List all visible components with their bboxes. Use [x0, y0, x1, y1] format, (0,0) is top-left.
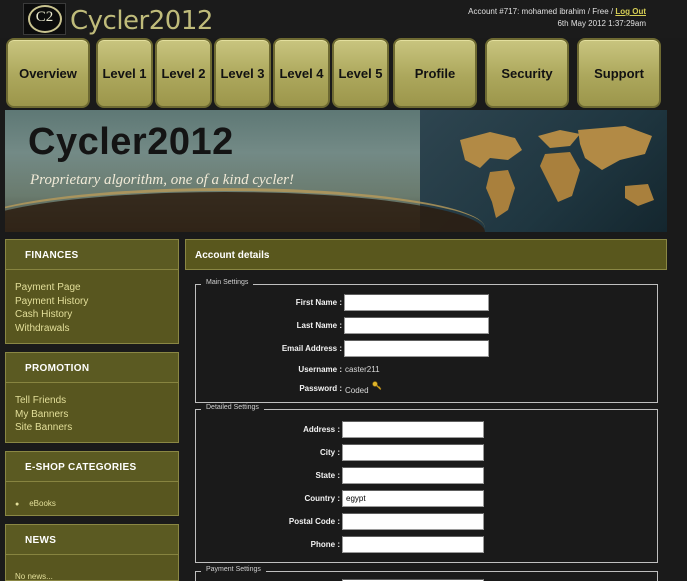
banner-tagline: Proprietary algorithm, one of a kind cyc…: [30, 172, 294, 188]
nav-level-2[interactable]: Level 2: [155, 38, 212, 108]
phone-input[interactable]: [342, 536, 484, 553]
account-text: Account #717: mohamed ibrahim / Free /: [468, 7, 616, 16]
address-label: Address :: [303, 425, 340, 434]
last-name-input[interactable]: [344, 317, 489, 334]
username-label: Username :: [298, 365, 342, 374]
username-value: caster211: [345, 365, 380, 374]
finances-box: FINANCES Payment Page Payment History Ca…: [5, 239, 179, 344]
cash-history-link[interactable]: Cash History: [15, 308, 178, 322]
eshop-item[interactable]: ● eBooks: [15, 493, 178, 511]
banner-title: Cycler2012: [28, 121, 234, 163]
first-name-label: First Name :: [295, 298, 342, 307]
logo-text: C2: [35, 9, 54, 25]
top-header: C2 Cycler2012 Account #717: mohamed ibra…: [0, 0, 687, 38]
nav-profile[interactable]: Profile: [393, 38, 477, 108]
current-datetime: 6th May 2012 1:37:29am: [557, 19, 646, 28]
account-details-heading: Account details: [185, 239, 667, 270]
detailed-settings-legend: Detailed Settings: [201, 404, 264, 411]
site-logo[interactable]: C2: [23, 3, 66, 35]
promotion-box: PROMOTION Tell Friends My Banners Site B…: [5, 352, 179, 443]
city-input[interactable]: [342, 444, 484, 461]
eshop-box: E-SHOP CATEGORIES ● eBooks: [5, 451, 179, 516]
news-text: No news...: [15, 572, 53, 581]
payment-history-link[interactable]: Payment History: [15, 295, 178, 309]
news-heading: NEWS: [6, 525, 178, 555]
postal-code-label: Postal Code :: [288, 517, 340, 526]
password-value: Coded: [345, 386, 369, 395]
eshop-heading: E-SHOP CATEGORIES: [6, 452, 178, 482]
first-name-input[interactable]: [344, 294, 489, 311]
site-banners-link[interactable]: Site Banners: [15, 421, 178, 435]
address-input[interactable]: [342, 421, 484, 438]
promotion-heading: PROMOTION: [6, 353, 178, 383]
email-label: Email Address :: [281, 344, 342, 353]
nav-level-4[interactable]: Level 4: [273, 38, 330, 108]
nav-level-3[interactable]: Level 3: [214, 38, 271, 108]
nav-security[interactable]: Security: [485, 38, 569, 108]
country-input[interactable]: [342, 490, 484, 507]
country-label: Country :: [304, 494, 340, 503]
nav-overview[interactable]: Overview: [6, 38, 90, 108]
nav-support[interactable]: Support: [577, 38, 661, 108]
state-input[interactable]: [342, 467, 484, 484]
tell-friends-link[interactable]: Tell Friends: [15, 394, 178, 408]
password-label: Password :: [299, 384, 342, 393]
news-box: NEWS No news...: [5, 524, 179, 581]
finances-heading: FINANCES: [6, 240, 178, 270]
payment-page-link[interactable]: Payment Page: [15, 281, 178, 295]
email-input[interactable]: [344, 340, 489, 357]
bullet-icon: ●: [15, 501, 20, 508]
last-name-label: Last Name :: [296, 321, 342, 330]
nav-level-1[interactable]: Level 1: [96, 38, 153, 108]
site-title: Cycler2012: [70, 6, 213, 36]
phone-label: Phone :: [310, 540, 340, 549]
password-field: Coded: [345, 381, 382, 395]
my-banners-link[interactable]: My Banners: [15, 408, 178, 422]
banner-swoosh-line: [5, 188, 485, 232]
hero-banner: Cycler2012 Proprietary algorithm, one of…: [5, 110, 667, 232]
key-icon[interactable]: [371, 381, 382, 390]
logout-link[interactable]: Log Out: [615, 7, 646, 16]
ebooks-link[interactable]: eBooks: [25, 499, 56, 508]
postal-code-input[interactable]: [342, 513, 484, 530]
withdrawals-link[interactable]: Withdrawals: [15, 322, 178, 336]
city-label: City :: [320, 448, 340, 457]
payment-settings-legend: Payment Settings: [201, 566, 266, 573]
main-settings-legend: Main Settings: [201, 279, 254, 286]
nav-level-5[interactable]: Level 5: [332, 38, 389, 108]
state-label: State :: [315, 471, 340, 480]
account-info: Account #717: mohamed ibrahim / Free / L…: [468, 7, 646, 16]
